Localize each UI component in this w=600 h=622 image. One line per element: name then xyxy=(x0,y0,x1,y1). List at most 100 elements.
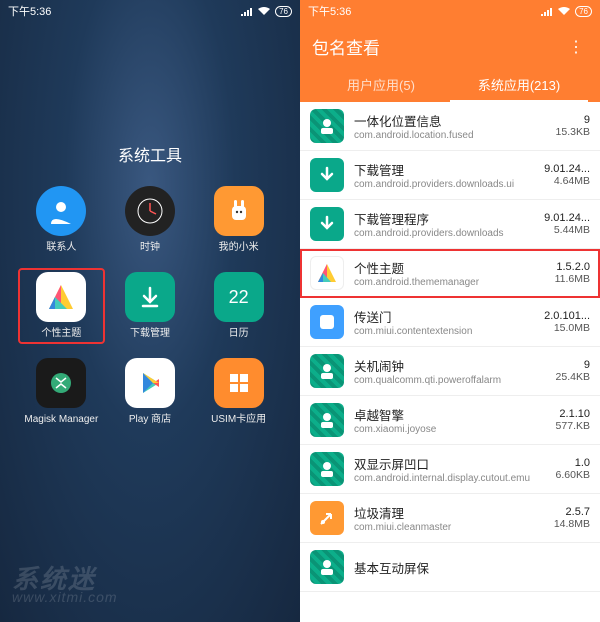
mi-bunny-icon xyxy=(214,186,264,236)
app-label: 时钟 xyxy=(140,242,160,254)
row-meta: 1.5.2.011.6MB xyxy=(555,261,590,285)
app-label: Play 商店 xyxy=(129,414,171,426)
row-text: 双显示屏凹口com.android.internal.display.cutou… xyxy=(354,454,546,484)
status-time: 下午5:36 xyxy=(8,3,51,19)
app-label: 联系人 xyxy=(46,242,76,254)
app-mi[interactable]: 我的小米 xyxy=(199,186,278,254)
row-package: com.android.providers.downloads xyxy=(354,228,534,239)
row-text: 一体化位置信息com.android.location.fused xyxy=(354,111,546,141)
row-version: 9 xyxy=(556,114,590,126)
app-usim[interactable]: USIM卡应用 xyxy=(199,358,278,426)
calendar-icon: 22 xyxy=(214,272,264,322)
status-bar: 下午5:36 76 xyxy=(0,0,300,22)
list-item[interactable]: 垃圾清理com.miui.cleanmaster2.5.714.8MB xyxy=(300,494,600,543)
app-icon xyxy=(310,354,344,388)
row-text: 垃圾清理com.miui.cleanmaster xyxy=(354,503,544,533)
status-bar: 下午5:36 76 xyxy=(300,0,600,22)
app-icon xyxy=(310,207,344,241)
row-size: 577.KB xyxy=(556,420,590,432)
app-play[interactable]: Play 商店 xyxy=(111,358,190,426)
row-title: 一体化位置信息 xyxy=(354,111,546,130)
list-item[interactable]: 个性主题com.android.thememanager1.5.2.011.6M… xyxy=(300,249,600,298)
app-theme[interactable]: 个性主题 xyxy=(18,268,105,344)
row-version: 2.1.10 xyxy=(556,408,590,420)
app-label: 个性主题 xyxy=(41,328,81,340)
page-title: 包名查看 xyxy=(312,34,380,59)
app-calendar[interactable]: 22 日历 xyxy=(199,272,278,340)
row-title: 传送门 xyxy=(354,307,534,326)
download-icon xyxy=(125,272,175,322)
person-icon xyxy=(36,186,86,236)
left-screen: 下午5:36 76 系统工具 联系人 时钟 我的小米 个性主题 下载管理 xyxy=(0,0,300,622)
row-title: 关机闹钟 xyxy=(354,356,546,375)
row-package: com.android.location.fused xyxy=(354,130,546,141)
list-item[interactable]: 一体化位置信息com.android.location.fused 915.3KB xyxy=(300,102,600,151)
row-text: 传送门com.miui.contentextension xyxy=(354,307,534,337)
app-icon xyxy=(310,256,344,290)
list-item[interactable]: 传送门com.miui.contentextension 2.0.101...15… xyxy=(300,298,600,347)
folder-title: 系统工具 xyxy=(0,142,300,166)
app-label: 下载管理 xyxy=(130,328,170,340)
magisk-icon xyxy=(36,358,86,408)
row-meta: 915.3KB xyxy=(556,114,590,138)
app-label: 日历 xyxy=(229,328,249,340)
row-title: 基本互动屏保 xyxy=(354,558,580,577)
right-screen: 下午5:36 76 包名查看 ⋮ 用户应用(5) 系统应用(213) 一体化位置… xyxy=(300,0,600,622)
row-text: 卓越智擎com.xiaomi.joyose xyxy=(354,405,546,435)
wifi-icon xyxy=(557,6,571,16)
app-header: 包名查看 ⋮ 用户应用(5) 系统应用(213) xyxy=(300,22,600,102)
row-version: 9 xyxy=(556,359,590,371)
app-clock[interactable]: 时钟 xyxy=(111,186,190,254)
tab-user-apps[interactable]: 用户应用(5) xyxy=(312,67,450,102)
app-contacts[interactable]: 联系人 xyxy=(22,186,101,254)
row-title: 双显示屏凹口 xyxy=(354,454,546,473)
row-package: com.miui.cleanmaster xyxy=(354,522,544,533)
overflow-menu-icon[interactable]: ⋮ xyxy=(564,37,588,57)
row-size: 5.44MB xyxy=(544,224,590,236)
list-item[interactable]: 基本互动屏保 xyxy=(300,543,600,592)
row-text: 下载管理程序com.android.providers.downloads xyxy=(354,209,534,239)
app-icon xyxy=(310,109,344,143)
list-item[interactable]: 下载管理com.android.providers.downloads.ui9.… xyxy=(300,151,600,200)
sim-icon xyxy=(214,358,264,408)
app-list[interactable]: 一体化位置信息com.android.location.fused915.3KB… xyxy=(300,102,600,622)
app-magisk[interactable]: Magisk Manager xyxy=(22,358,101,426)
list-item[interactable]: 双显示屏凹口com.android.internal.display.cutou… xyxy=(300,445,600,494)
calendar-date: 22 xyxy=(229,287,249,308)
battery-icon: 76 xyxy=(275,6,292,17)
row-meta: 925.4KB xyxy=(556,359,590,383)
list-item[interactable]: 关机闹钟com.qualcomm.qti.poweroffalarm 925.4K… xyxy=(300,347,600,396)
row-size: 6.60KB xyxy=(556,469,590,481)
signal-icon xyxy=(541,6,553,16)
row-size: 4.64MB xyxy=(544,175,590,187)
app-label: Magisk Manager xyxy=(24,414,98,426)
app-download[interactable]: 下载管理 xyxy=(111,272,190,340)
tab-system-apps[interactable]: 系统应用(213) xyxy=(450,67,588,102)
app-icon xyxy=(310,452,344,486)
row-size: 15.0MB xyxy=(544,322,590,334)
row-meta: 2.0.101...15.0MB xyxy=(544,310,590,334)
row-text: 关机闹钟com.qualcomm.qti.poweroffalarm xyxy=(354,356,546,386)
app-icon xyxy=(310,305,344,339)
list-item[interactable]: 卓越智擎com.xiaomi.joyose 2.1.10577.KB xyxy=(300,396,600,445)
app-icon xyxy=(310,403,344,437)
row-version: 1.5.2.0 xyxy=(555,261,590,273)
app-grid: 联系人 时钟 我的小米 个性主题 下载管理 22 日历 Magisk Manag… xyxy=(0,186,300,426)
theme-icon xyxy=(36,272,86,322)
status-indicators: 76 xyxy=(241,6,292,17)
row-size: 15.3KB xyxy=(556,126,590,138)
row-meta: 9.01.24...5.44MB xyxy=(544,212,590,236)
row-title: 卓越智擎 xyxy=(354,405,546,424)
app-label: 我的小米 xyxy=(219,242,259,254)
app-label: USIM卡应用 xyxy=(211,414,266,426)
list-item[interactable]: 下载管理程序com.android.providers.downloads 9.0… xyxy=(300,200,600,249)
watermark-main: 系统迷 xyxy=(12,568,118,591)
row-title: 下载管理程序 xyxy=(354,209,534,228)
row-version: 1.0 xyxy=(556,457,590,469)
status-time: 下午5:36 xyxy=(308,3,351,19)
row-text: 基本互动屏保 xyxy=(354,558,580,577)
row-package: com.xiaomi.joyose xyxy=(354,424,546,435)
app-icon xyxy=(310,501,344,535)
row-package: com.android.internal.display.cutout.emu xyxy=(354,473,546,484)
row-package: com.miui.contentextension xyxy=(354,326,534,337)
